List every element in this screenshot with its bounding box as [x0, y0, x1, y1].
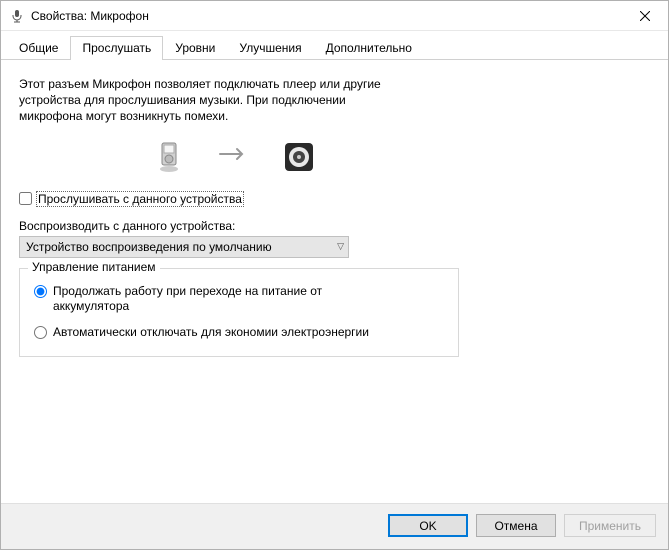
button-bar: OK Отмена Применить — [1, 503, 668, 549]
playback-device-select[interactable]: Устройство воспроизведения по умолчанию … — [19, 236, 349, 258]
radio-row-continue: Продолжать работу при переходе на питани… — [34, 284, 444, 315]
tab-enhancements[interactable]: Улучшения — [227, 36, 313, 60]
listen-checkbox[interactable] — [19, 192, 32, 205]
listen-checkbox-row: Прослушивать с данного устройства — [19, 191, 650, 207]
tab-general[interactable]: Общие — [7, 36, 70, 60]
tab-bar: Общие Прослушать Уровни Улучшения Дополн… — [1, 31, 668, 60]
radio-auto-off-label[interactable]: Автоматически отключать для экономии эле… — [53, 325, 369, 341]
radio-continue[interactable] — [34, 285, 47, 298]
ok-button[interactable]: OK — [388, 514, 468, 537]
playback-device-selected: Устройство воспроизведения по умолчанию — [26, 240, 272, 254]
tab-levels[interactable]: Уровни — [163, 36, 227, 60]
power-management-group: Управление питанием Продолжать работу пр… — [19, 268, 459, 358]
arrow-icon — [219, 145, 249, 168]
device-illustration — [19, 139, 449, 175]
tab-listen[interactable]: Прослушать — [70, 36, 163, 60]
titlebar: Свойства: Микрофон — [1, 1, 668, 31]
chevron-down-icon: ▽ — [337, 241, 344, 252]
radio-auto-off[interactable] — [34, 326, 47, 339]
speaker-device-icon — [281, 139, 317, 175]
description-text: Этот разъем Микрофон позволяет подключат… — [19, 76, 449, 125]
properties-window: Свойства: Микрофон Общие Прослушать Уров… — [0, 0, 669, 550]
apply-button[interactable]: Применить — [564, 514, 656, 537]
window-title: Свойства: Микрофон — [31, 9, 622, 23]
close-button[interactable] — [622, 1, 668, 31]
tab-content: Этот разъем Микрофон позволяет подключат… — [1, 60, 668, 503]
player-device-icon — [151, 139, 187, 175]
radio-continue-label[interactable]: Продолжать работу при переходе на питани… — [53, 284, 393, 315]
power-management-title: Управление питанием — [28, 260, 160, 274]
tab-advanced[interactable]: Дополнительно — [314, 36, 424, 60]
listen-checkbox-label[interactable]: Прослушивать с данного устройства — [36, 191, 244, 207]
radio-row-auto-off: Автоматически отключать для экономии эле… — [34, 325, 444, 341]
cancel-button[interactable]: Отмена — [476, 514, 556, 537]
microphone-icon — [9, 8, 25, 24]
playback-device-label: Воспроизводить с данного устройства: — [19, 219, 650, 233]
